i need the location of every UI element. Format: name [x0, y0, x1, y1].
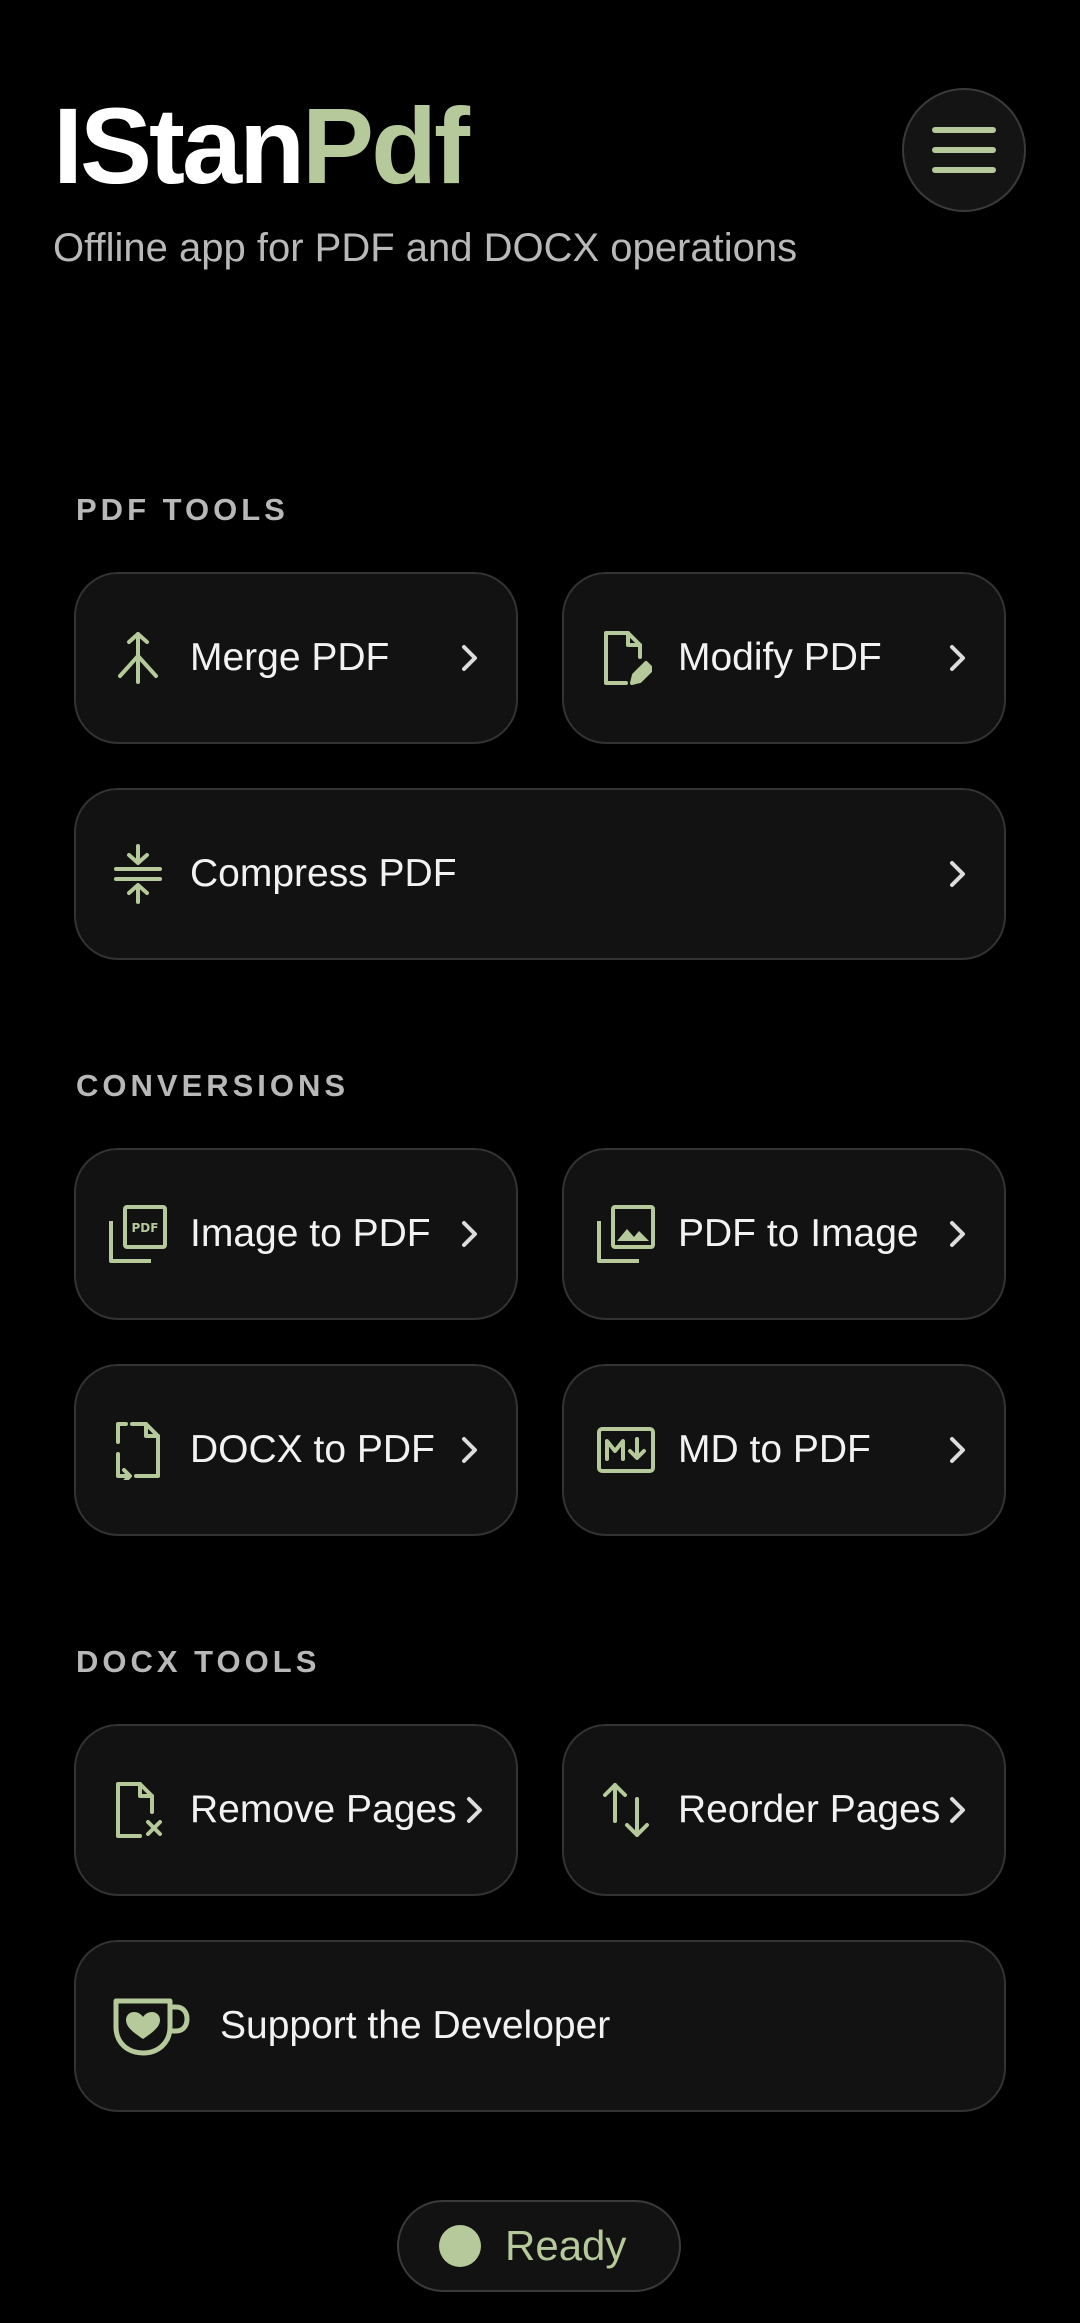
docx-to-pdf-button[interactable]: DOCX to PDF: [74, 1364, 518, 1536]
chevron-right-icon: [940, 1216, 976, 1252]
file-edit-icon: [596, 628, 656, 688]
merge-pdf-button[interactable]: Merge PDF: [74, 572, 518, 744]
md-to-pdf-label: MD to PDF: [678, 1428, 871, 1471]
support-developer-button[interactable]: Support the Developer: [74, 1940, 1006, 2112]
file-remove-icon: [108, 1780, 168, 1840]
app-subtitle: Offline app for PDF and DOCX operations: [53, 226, 798, 270]
section-label-conversions: CONVERSIONS: [76, 1068, 350, 1103]
menu-button[interactable]: [902, 88, 1026, 212]
app-root: IStanPdf Offline app for PDF and DOCX op…: [0, 0, 1080, 2323]
app-title-main: IStan: [53, 85, 305, 206]
chevron-right-icon: [457, 1792, 493, 1828]
reorder-pages-label: Reorder Pages: [678, 1788, 941, 1831]
image-to-pdf-label: Image to PDF: [190, 1212, 431, 1255]
md-to-pdf-button[interactable]: MD to PDF: [562, 1364, 1006, 1536]
app-title-accent: Pdf: [302, 85, 470, 206]
chevron-right-icon: [940, 856, 976, 892]
section-label-pdf-tools: PDF TOOLS: [76, 492, 289, 527]
merge-pdf-label: Merge PDF: [190, 636, 390, 679]
pdf-file-icon: PDF: [108, 1204, 168, 1264]
modify-pdf-label: Modify PDF: [678, 636, 882, 679]
pdf-to-image-button[interactable]: PDF to Image: [562, 1148, 1006, 1320]
status-dot: [439, 2225, 481, 2267]
file-convert-icon: [108, 1420, 168, 1480]
pdf-to-image-label: PDF to Image: [678, 1212, 919, 1255]
section-label-docx-tools: DOCX TOOLS: [76, 1644, 321, 1679]
image-to-pdf-button[interactable]: PDF Image to PDF: [74, 1148, 518, 1320]
remove-pages-button[interactable]: Remove Pages: [74, 1724, 518, 1896]
compress-pdf-label: Compress PDF: [190, 852, 457, 895]
markdown-icon: [596, 1420, 656, 1480]
remove-pages-label: Remove Pages: [190, 1788, 457, 1831]
reorder-pages-button[interactable]: Reorder Pages: [562, 1724, 1006, 1896]
chevron-right-icon: [940, 1432, 976, 1468]
chevron-right-icon: [940, 1792, 976, 1828]
compress-pdf-button[interactable]: Compress PDF: [74, 788, 1006, 960]
chevron-right-icon: [452, 1216, 488, 1252]
swap-vertical-icon: [596, 1780, 656, 1840]
compress-icon: [108, 844, 168, 904]
chevron-right-icon: [452, 640, 488, 676]
docx-to-pdf-label: DOCX to PDF: [190, 1428, 435, 1471]
svg-text:PDF: PDF: [132, 1221, 159, 1235]
hamburger-menu-icon: [932, 127, 996, 173]
modify-pdf-button[interactable]: Modify PDF: [562, 572, 1006, 744]
image-library-icon: [596, 1204, 656, 1264]
status-text: Ready: [505, 2222, 627, 2269]
status-indicator: Ready: [397, 2200, 681, 2292]
merge-icon: [108, 628, 168, 688]
support-developer-label: Support the Developer: [220, 2004, 611, 2047]
chevron-right-icon: [940, 640, 976, 676]
coffee-heart-icon: [110, 1991, 190, 2061]
chevron-right-icon: [452, 1432, 488, 1468]
